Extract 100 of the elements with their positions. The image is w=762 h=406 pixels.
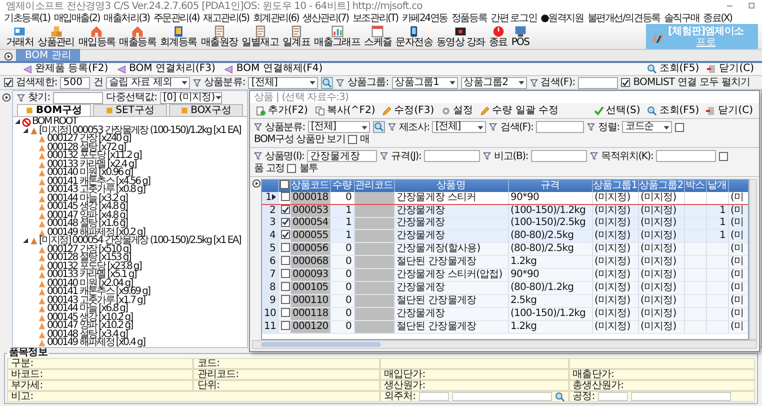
toolbar-button[interactable]: 스케쥴: [362, 24, 394, 49]
table-row[interactable]: 1 000018 0 간장물게장 스티커 90*90 (미지정) (미지정) (미: [262, 192, 748, 204]
tree-item[interactable]: [미지정] 000054 간장물게장 (100-150)/2.5kg [x1 EA]: [39, 237, 241, 246]
tree-item[interactable]: 000132 포도당 [x23.8 g]: [47, 262, 142, 271]
table-row[interactable]: 11 000120 0 절단된 간장물게장 1.2kg (미지정) (미지정) (미: [262, 320, 748, 333]
table-row[interactable]: 7 000093 0 간장물게장 스티커(압접) 90*90 (미지정) (미지정) (미: [262, 268, 748, 281]
process-name-field[interactable]: [630, 392, 731, 401]
menu-item[interactable]: 매입매출(2): [52, 12, 101, 24]
tree-item[interactable]: 000127 간장 [x510 g]: [47, 246, 130, 254]
tree-item[interactable]: 000132 포도당 [x11.2 g]: [47, 152, 142, 160]
action-button[interactable]: 조회(F5): [645, 63, 702, 75]
column-header[interactable]: 낱개: [706, 180, 728, 192]
toolbar-button[interactable]: 매출그래프: [312, 24, 362, 49]
search-button[interactable]: [321, 76, 334, 88]
action-button[interactable]: BOM 연결처리(F3): [114, 63, 218, 75]
tool-button[interactable]: 닫기(C): [704, 104, 755, 116]
action-button[interactable]: 완제품 등록(F2): [20, 63, 110, 75]
checkbox[interactable]: [287, 164, 296, 173]
toolbar-button[interactable]: 매출원장: [198, 24, 240, 49]
select-all-checkbox[interactable]: [280, 180, 288, 189]
menu-item[interactable]: 보조관리(T): [351, 12, 399, 24]
tree-item[interactable]: 000128 설탕 [x72 g]: [47, 144, 126, 152]
search-field[interactable]: [578, 76, 618, 88]
table-row[interactable]: 3 000054 1 간장물게장 (100-150)/2.5kg (미지정) (미지정) 1 (미: [262, 217, 748, 230]
multi-select-dropdown[interactable]: [0] (미지정): [160, 92, 222, 104]
tool-button[interactable]: 조회(F5): [645, 104, 702, 116]
group-dropdown[interactable]: 상품그룹2: [460, 76, 527, 88]
checkbox[interactable]: [719, 152, 728, 160]
column-header[interactable]: 관리코드: [354, 180, 394, 192]
vendor-code-field[interactable]: [418, 392, 449, 401]
limit-field[interactable]: 500: [60, 76, 90, 88]
tree-item[interactable]: 000141 캐톤추스 [x9.69 g]: [47, 288, 150, 296]
search-button[interactable]: [372, 121, 385, 133]
maker-dropdown[interactable]: [전체]: [432, 121, 486, 133]
tree-item[interactable]: 000133 카라멜 [x5.1 g]: [47, 271, 136, 280]
tree-item[interactable]: 000144 마늘 [x6.8 g]: [47, 305, 128, 314]
column-header[interactable]: 상품그룹1: [592, 180, 638, 192]
table-row[interactable]: 2 000053 1 간장물게장 (100-150)/1.2kg (미지정) (미지정) 1 (미: [262, 204, 748, 217]
toolbar-button[interactable]: 문자전송: [394, 24, 435, 49]
search-field[interactable]: [536, 121, 584, 133]
row-checkbox[interactable]: [280, 192, 290, 201]
tree-item[interactable]: 000145 생강 [x10.2 g]: [47, 314, 132, 322]
toolbar-button[interactable]: POS: [509, 24, 532, 49]
menu-item[interactable]: 정품등록: [450, 12, 488, 24]
menu-item[interactable]: ●원격지원: [540, 12, 584, 24]
checkbox[interactable]: [348, 135, 358, 144]
column-header[interactable]: 박스: [684, 180, 706, 192]
toolbar-button[interactable]: 상품관리: [36, 24, 76, 49]
row-checkbox[interactable]: [280, 230, 290, 239]
tree-item[interactable]: 000128 설탕 [x153 g]: [47, 254, 130, 262]
horizontal-scrollbar[interactable]: [252, 340, 757, 349]
table-row[interactable]: 10 000118 0 간장물게장 (100-150)/1.2kg (미지정) (미지정) (미: [262, 307, 748, 320]
toolbar-button[interactable]: 매입등록: [76, 24, 118, 49]
menu-item[interactable]: 주문관리(4): [152, 12, 200, 24]
panel-tab[interactable]: BOM구성: [17, 104, 91, 116]
toggle-icon[interactable]: [23, 128, 29, 134]
group-dropdown[interactable]: 상품그룹1: [392, 76, 458, 88]
toolbar-button[interactable]: 일별재고: [240, 24, 280, 49]
table-row[interactable]: 4 000055 1 간장물게장 (80-80)/2.5kg (미지정) (미지정) 1 (미: [262, 230, 748, 242]
checkbox[interactable]: [4, 78, 13, 87]
action-button[interactable]: BOM 연결해제(F4): [221, 63, 325, 75]
name-field[interactable]: 간장물게장: [307, 150, 378, 162]
location-field[interactable]: [656, 150, 716, 162]
column-header[interactable]: 수량: [330, 180, 354, 192]
menu-item[interactable]: 간편 로그인: [490, 12, 538, 24]
column-header[interactable]: 상품명: [394, 180, 508, 192]
checkbox[interactable]: [621, 78, 630, 87]
toolbar-button[interactable]: 종료: [486, 24, 510, 49]
action-button[interactable]: 닫기(C): [705, 63, 756, 75]
menu-item[interactable]: 재고관리(5): [202, 12, 250, 24]
menu-item[interactable]: 생산관리(7): [302, 12, 350, 24]
tree-item[interactable]: 000140 미원 [x2.04 g]: [47, 280, 132, 288]
tree-item[interactable]: 000144 마늘 [x3.2 g]: [47, 194, 128, 203]
column-header[interactable]: 상품코드: [290, 180, 330, 192]
memo-field[interactable]: [531, 150, 587, 162]
menu-item[interactable]: 카페24연동: [400, 12, 448, 24]
category-dropdown[interactable]: [전체]: [308, 121, 370, 133]
checkbox[interactable]: [675, 122, 684, 132]
menu-item[interactable]: 솔직구매: [662, 12, 700, 24]
menu-item[interactable]: 종료(X): [702, 12, 733, 24]
tree-item[interactable]: 000148 설탕 [x3.4 g]: [47, 330, 128, 339]
row-checkbox[interactable]: [280, 205, 290, 214]
panel-tab[interactable]: SET구성: [93, 104, 167, 116]
table-row[interactable]: 9 000110 0 절단된 간장물게장 2.5kg (미지정) (미지정) (미: [262, 294, 748, 307]
tree-item[interactable]: 000143 고춧가루 [x1.7 g]: [47, 296, 145, 305]
tree-item[interactable]: 000141 캐톤추스 [x4.56 g]: [47, 178, 150, 186]
tool-button[interactable]: 수량 일괄 수정: [478, 104, 560, 116]
table-row[interactable]: 5 000056 0 간장물게장(할사용) (80-80)/2.5kg (미지정) (미지정) (미: [262, 242, 748, 255]
tree-item[interactable]: 000143 고춧가루 [x0.8 g]: [47, 186, 145, 194]
table-row[interactable]: 6 000068 0 절단된 간장물게장 1.2kg (미지정) (미지정) (미: [262, 255, 748, 268]
toolbar-button[interactable]: 일계표: [280, 24, 312, 49]
toolbar-button[interactable]: 회계등록: [158, 24, 199, 49]
tool-button[interactable]: 수정(F3): [380, 104, 436, 116]
toolbar-button[interactable]: 동영상 강좌: [434, 24, 487, 49]
spec-field[interactable]: [424, 150, 480, 162]
menu-item[interactable]: 회계관리(6): [252, 12, 300, 24]
tree-item[interactable]: 000127 간장 [x240 g]: [47, 135, 130, 144]
menu-item[interactable]: 기초등록(1): [3, 12, 51, 24]
tree-item[interactable]: 000145 생강 [x4.8 g]: [47, 203, 128, 212]
tree-item[interactable]: 000133 카라멜 [x2.4 g]: [47, 160, 136, 169]
